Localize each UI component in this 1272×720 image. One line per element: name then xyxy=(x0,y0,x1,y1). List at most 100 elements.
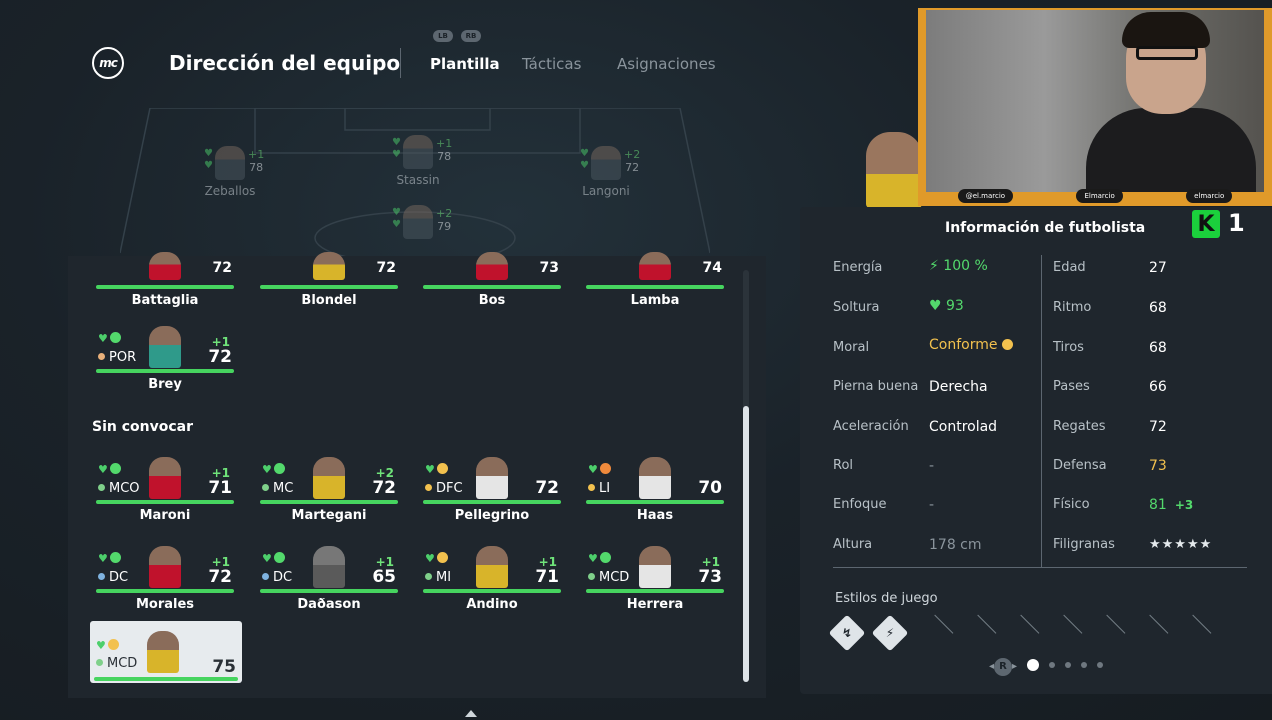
player-info-panel xyxy=(800,207,1272,694)
player-position: DFC xyxy=(425,481,463,496)
player-card[interactable]: 73 Bos xyxy=(419,252,565,326)
rb-bumper-hint[interactable]: RB xyxy=(461,30,481,42)
attr-label: Edad xyxy=(1053,260,1086,275)
energy-bar xyxy=(96,500,234,504)
tab-tacticas[interactable]: Tácticas xyxy=(522,55,581,73)
player-rating: 70 xyxy=(698,478,722,498)
header-divider xyxy=(400,48,401,78)
attr-label: Tiros xyxy=(1053,340,1084,355)
player-portrait xyxy=(403,135,433,169)
player-card[interactable]: ♥ MC +2 72 Martegani xyxy=(256,457,402,525)
attr-boost: +3 xyxy=(1174,498,1194,512)
player-name: Brey xyxy=(148,377,182,392)
playstyle-icon[interactable]: ↯ xyxy=(828,614,866,652)
scroll-thumb[interactable] xyxy=(743,406,749,682)
status-icons: ♥ xyxy=(262,463,285,476)
player-card[interactable]: ♥ MI +1 71 Andino xyxy=(419,546,565,614)
info-divider xyxy=(1041,255,1042,568)
sharpness-icon: ♥ xyxy=(929,298,942,314)
chemistry-icon: ♥ xyxy=(425,552,435,565)
attr-value: ⚡ 100 % xyxy=(929,258,988,274)
player-card[interactable]: 72 Blondel xyxy=(256,252,402,326)
attr-value: 81 +3 xyxy=(1149,497,1194,513)
player-portrait xyxy=(149,252,181,280)
attr-value: 27 xyxy=(1149,260,1167,276)
tab-asignaciones[interactable]: Asignaciones xyxy=(617,55,716,73)
pitch-player[interactable]: ♥ ♥ +1 78 Stassin xyxy=(358,135,478,187)
webcam-feed xyxy=(926,10,1264,192)
attr-label: Moral xyxy=(833,340,870,355)
playstyle-icon[interactable]: ⚡ xyxy=(871,614,909,652)
page-dot xyxy=(1065,662,1072,668)
attr-value: ♥ 93 xyxy=(929,298,964,314)
attr-label: Defensa xyxy=(1053,458,1107,473)
player-card[interactable]: ♥ MCD +1 73 Herrera xyxy=(582,546,728,614)
player-name: Battaglia xyxy=(131,293,199,308)
pitch-player[interactable]: ♥ ♥ +1 78 Zeballos xyxy=(170,146,290,198)
attr-value: Conforme xyxy=(929,337,1013,353)
selected-player-portrait xyxy=(866,132,922,208)
player-rating: 72 xyxy=(535,478,559,498)
player-portrait xyxy=(639,546,671,588)
player-card-selected[interactable]: ♥ MCD 75 xyxy=(90,621,242,683)
page-dot-active xyxy=(1027,659,1040,671)
pitch-player[interactable]: ♥ ♥ +2 72 Langoni xyxy=(546,146,666,198)
player-name: Zeballos xyxy=(204,184,256,198)
player-silhouette xyxy=(313,546,345,588)
player-position: MCD xyxy=(96,656,137,671)
pitch-player[interactable]: ♥ ♥ +2 79 xyxy=(358,205,478,239)
status-icons: ♥ xyxy=(588,463,611,476)
morale-icon xyxy=(107,639,119,650)
attr-label: Físico xyxy=(1053,497,1090,512)
player-card[interactable]: 72 Battaglia xyxy=(92,252,238,326)
rating-boost: +2 xyxy=(436,207,453,220)
status-icons: ♥ xyxy=(425,552,448,565)
webcam-overlay: @el.marcio Elmarcio elmarcio xyxy=(918,8,1272,206)
player-card[interactable]: ♥ DFC 72 Pellegrino xyxy=(419,457,565,525)
player-name: Lamba xyxy=(630,293,680,308)
page-dot xyxy=(1097,662,1104,668)
attr-label: Soltura xyxy=(833,300,880,315)
player-rating: 71 xyxy=(535,567,559,587)
player-portrait xyxy=(215,146,245,180)
rating-boost: +1 xyxy=(248,148,265,161)
player-name: Blondel xyxy=(301,293,357,308)
energy-bar xyxy=(586,285,724,289)
player-rating: 72 xyxy=(372,478,396,498)
player-rating: 75 xyxy=(212,657,236,677)
player-card[interactable]: ♥ POR +1 72 Brey xyxy=(92,326,238,394)
player-portrait xyxy=(313,457,345,499)
player-card[interactable]: ♥ DC +1 65 Daðason xyxy=(256,546,402,614)
page-title: Dirección del equipo xyxy=(169,51,401,75)
player-card[interactable]: ♥ MCO +1 71 Maroni xyxy=(92,457,238,525)
player-portrait xyxy=(476,252,508,280)
player-card[interactable]: ♥ DC +1 72 Morales xyxy=(92,546,238,614)
chemistry-icon: ♥ ♥ xyxy=(392,207,401,230)
player-position: MC xyxy=(262,481,293,496)
attr-value: - xyxy=(929,458,935,474)
squad-scrollbar[interactable] xyxy=(743,270,749,682)
status-icons: ♥ xyxy=(98,332,121,345)
player-portrait xyxy=(403,205,433,239)
morale-icon xyxy=(1001,339,1013,350)
info-pager[interactable]: ◂ R ▸ xyxy=(989,658,1104,676)
page-dot xyxy=(1081,662,1088,668)
chemistry-icon: ♥ ♥ xyxy=(392,137,401,160)
tab-plantilla[interactable]: Plantilla xyxy=(430,55,500,73)
energy-bar xyxy=(260,285,398,289)
player-card[interactable]: 74 Lamba xyxy=(582,252,728,326)
attr-label: Regates xyxy=(1053,419,1106,434)
attr-label: Altura xyxy=(833,537,873,552)
player-position: MI xyxy=(425,570,451,585)
chevron-up-icon[interactable] xyxy=(465,710,477,717)
attr-label: Pases xyxy=(1053,379,1090,394)
status-icons: ♥ xyxy=(98,463,121,476)
player-rating: 79 xyxy=(437,220,452,233)
chemistry-icon: ♥ xyxy=(262,463,272,476)
player-rating: 71 xyxy=(208,478,232,498)
player-card[interactable]: ♥ LI 70 Haas xyxy=(582,457,728,525)
energy-bar xyxy=(96,369,234,373)
lb-bumper-hint[interactable]: LB xyxy=(433,30,453,42)
player-name: Stassin xyxy=(396,173,440,187)
attr-value: Controlad xyxy=(929,419,998,435)
